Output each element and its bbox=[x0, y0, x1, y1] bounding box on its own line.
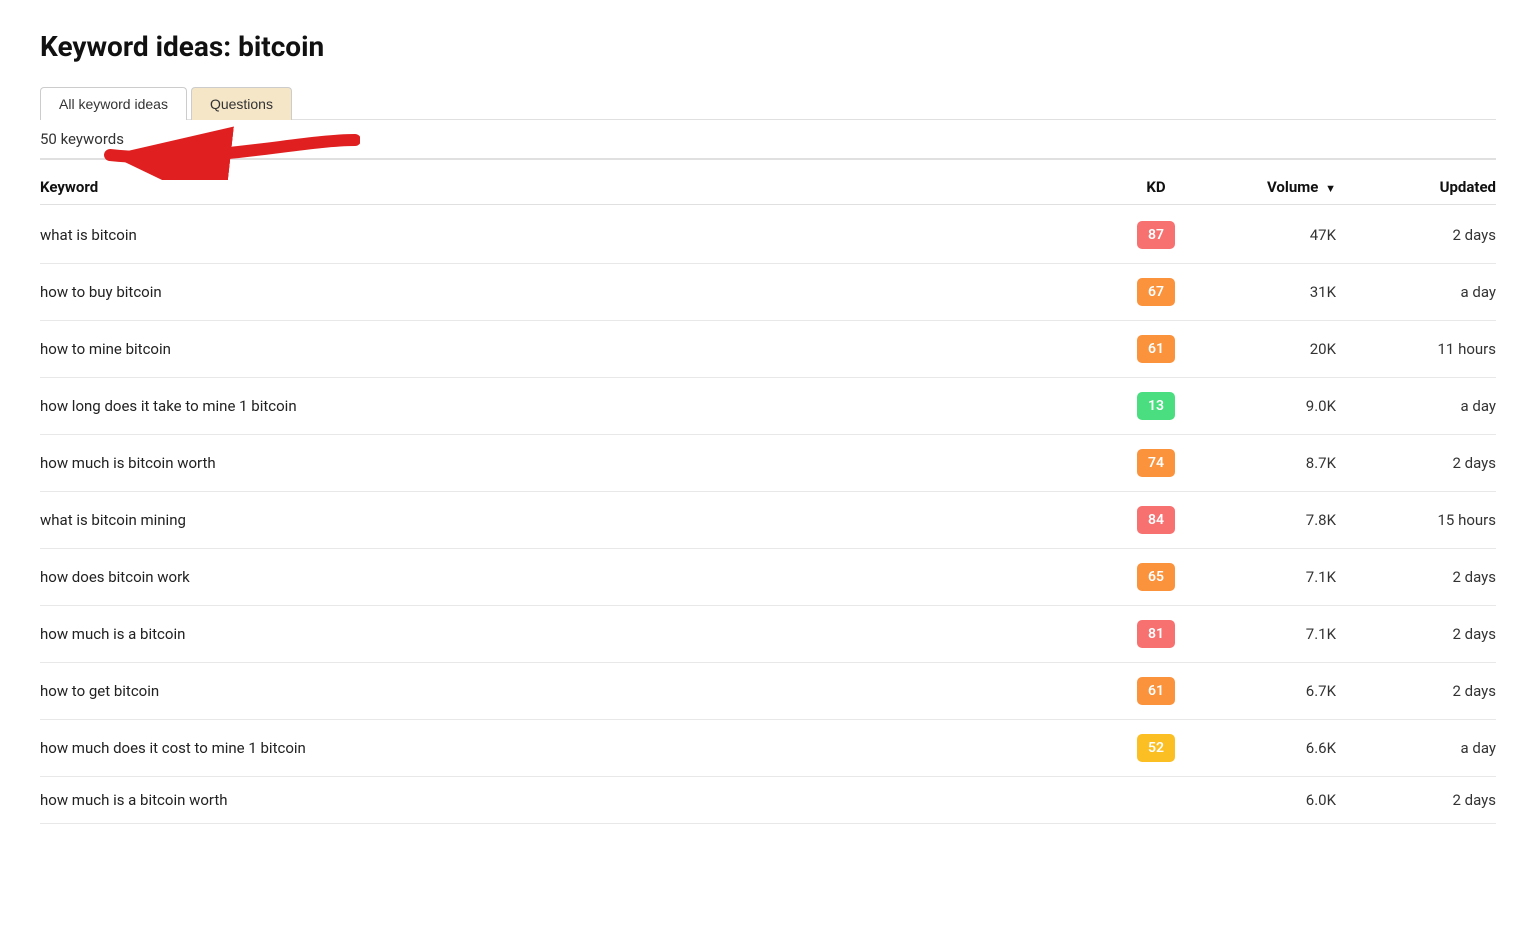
updated-cell: 2 days bbox=[1356, 682, 1496, 700]
sort-icon[interactable]: ▼ bbox=[1325, 182, 1336, 195]
table-row: how much is bitcoin worth 74 8.7K 2 days bbox=[40, 435, 1496, 492]
volume-cell: 6.6K bbox=[1216, 739, 1356, 757]
kd-badge: 74 bbox=[1137, 449, 1175, 477]
keyword-cell[interactable]: how much is a bitcoin bbox=[40, 625, 1096, 643]
updated-cell: 2 days bbox=[1356, 568, 1496, 586]
updated-cell: 11 hours bbox=[1356, 340, 1496, 358]
volume-cell: 6.7K bbox=[1216, 682, 1356, 700]
updated-cell: 2 days bbox=[1356, 625, 1496, 643]
keyword-cell[interactable]: how long does it take to mine 1 bitcoin bbox=[40, 397, 1096, 415]
keywords-count: 50 keywords bbox=[40, 130, 124, 148]
kd-cell: 65 bbox=[1096, 563, 1216, 591]
table-row: what is bitcoin 87 47K 2 days bbox=[40, 207, 1496, 264]
kd-cell: 84 bbox=[1096, 506, 1216, 534]
table-row: how much is a bitcoin worth 6.0K 2 days bbox=[40, 777, 1496, 824]
table-row: how to get bitcoin 61 6.7K 2 days bbox=[40, 663, 1496, 720]
table-row: how much is a bitcoin 81 7.1K 2 days bbox=[40, 606, 1496, 663]
keyword-cell[interactable]: how to get bitcoin bbox=[40, 682, 1096, 700]
volume-cell: 7.1K bbox=[1216, 568, 1356, 586]
page-title: Keyword ideas: bitcoin bbox=[40, 30, 1496, 63]
volume-cell: 7.8K bbox=[1216, 511, 1356, 529]
tab-questions[interactable]: Questions bbox=[191, 87, 292, 120]
volume-cell: 8.7K bbox=[1216, 454, 1356, 472]
keyword-cell[interactable]: how much does it cost to mine 1 bitcoin bbox=[40, 739, 1096, 757]
col-volume-header: Volume ▼ bbox=[1216, 178, 1356, 196]
updated-cell: a day bbox=[1356, 283, 1496, 301]
table-row: what is bitcoin mining 84 7.8K 15 hours bbox=[40, 492, 1496, 549]
table-row: how much does it cost to mine 1 bitcoin … bbox=[40, 720, 1496, 777]
col-kd-header: KD bbox=[1096, 178, 1216, 196]
kd-badge: 67 bbox=[1137, 278, 1175, 306]
kd-badge: 84 bbox=[1137, 506, 1175, 534]
keyword-cell[interactable]: how does bitcoin work bbox=[40, 568, 1096, 586]
updated-cell: a day bbox=[1356, 397, 1496, 415]
kd-badge: 81 bbox=[1137, 620, 1175, 648]
kd-badge: 65 bbox=[1137, 563, 1175, 591]
keyword-cell[interactable]: how much is a bitcoin worth bbox=[40, 791, 1096, 809]
keyword-cell[interactable]: what is bitcoin mining bbox=[40, 511, 1096, 529]
table-header: Keyword KD Volume ▼ Updated bbox=[40, 170, 1496, 205]
volume-cell: 6.0K bbox=[1216, 791, 1356, 809]
kd-badge: 87 bbox=[1137, 221, 1175, 249]
volume-cell: 9.0K bbox=[1216, 397, 1356, 415]
volume-cell: 7.1K bbox=[1216, 625, 1356, 643]
kd-badge: 52 bbox=[1137, 734, 1175, 762]
table-rows-container: what is bitcoin 87 47K 2 days how to buy… bbox=[40, 207, 1496, 824]
table-row: how does bitcoin work 65 7.1K 2 days bbox=[40, 549, 1496, 606]
kd-cell: 61 bbox=[1096, 335, 1216, 363]
updated-cell: 2 days bbox=[1356, 791, 1496, 809]
updated-cell: 2 days bbox=[1356, 454, 1496, 472]
tab-all-keywords[interactable]: All keyword ideas bbox=[40, 87, 187, 120]
volume-cell: 31K bbox=[1216, 283, 1356, 301]
keyword-cell[interactable]: how to buy bitcoin bbox=[40, 283, 1096, 301]
keyword-cell[interactable]: how much is bitcoin worth bbox=[40, 454, 1096, 472]
volume-cell: 47K bbox=[1216, 226, 1356, 244]
updated-cell: 15 hours bbox=[1356, 511, 1496, 529]
updated-cell: 2 days bbox=[1356, 226, 1496, 244]
updated-cell: a day bbox=[1356, 739, 1496, 757]
col-updated-header: Updated bbox=[1356, 178, 1496, 196]
kd-cell: 13 bbox=[1096, 392, 1216, 420]
keyword-cell[interactable]: how to mine bitcoin bbox=[40, 340, 1096, 358]
keywords-count-row: 50 keywords bbox=[40, 120, 1496, 160]
keyword-table: Keyword KD Volume ▼ Updated what is bitc… bbox=[40, 170, 1496, 824]
kd-cell: 61 bbox=[1096, 677, 1216, 705]
keyword-cell[interactable]: what is bitcoin bbox=[40, 226, 1096, 244]
volume-cell: 20K bbox=[1216, 340, 1356, 358]
kd-badge: 13 bbox=[1137, 392, 1175, 420]
kd-cell: 87 bbox=[1096, 221, 1216, 249]
kd-badge: 61 bbox=[1137, 677, 1175, 705]
col-keyword-header: Keyword bbox=[40, 178, 1096, 196]
kd-cell: 81 bbox=[1096, 620, 1216, 648]
kd-cell: 52 bbox=[1096, 734, 1216, 762]
kd-cell: 74 bbox=[1096, 449, 1216, 477]
table-row: how to mine bitcoin 61 20K 11 hours bbox=[40, 321, 1496, 378]
kd-cell: 67 bbox=[1096, 278, 1216, 306]
kd-badge: 61 bbox=[1137, 335, 1175, 363]
page-container: Keyword ideas: bitcoin All keyword ideas… bbox=[0, 0, 1536, 935]
tabs-bar: All keyword ideas Questions bbox=[40, 87, 1496, 120]
table-row: how long does it take to mine 1 bitcoin … bbox=[40, 378, 1496, 435]
table-row: how to buy bitcoin 67 31K a day bbox=[40, 264, 1496, 321]
